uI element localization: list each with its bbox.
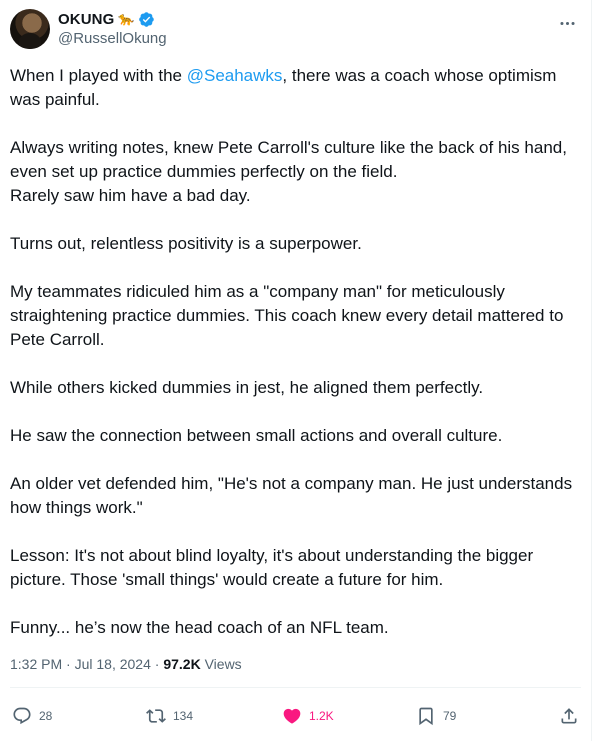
paragraph-10: Funny... he’s now the head coach of an N… xyxy=(10,618,389,637)
leopard-emoji: 🐆 xyxy=(118,11,135,26)
repost-icon xyxy=(146,709,166,723)
bookmark-button[interactable]: 79 xyxy=(416,700,456,732)
tweet-header: OKUNG 🐆 @RussellOkung xyxy=(10,9,581,49)
reply-count: 28 xyxy=(39,709,53,723)
tweet-text: When I played with the @Seahawks, there … xyxy=(10,64,580,640)
views-count: 97.2K xyxy=(163,656,201,672)
paragraph-8: An older vet defended him, "He's not a c… xyxy=(10,474,573,517)
bookmark-count: 79 xyxy=(443,709,457,723)
like-count: 1.2K xyxy=(309,709,334,723)
intro-text-pre: When I played with the xyxy=(10,66,187,85)
paragraph-2: Always writing notes, knew Pete Carroll'… xyxy=(10,138,567,181)
paragraph-9: Lesson: It's not about blind loyalty, it… xyxy=(10,546,534,589)
author-names: OKUNG 🐆 @RussellOkung xyxy=(58,9,167,49)
timestamp-time[interactable]: 1:32 PM xyxy=(10,656,62,672)
meta-separator: · xyxy=(62,656,75,672)
paragraph-4: Turns out, relentless positivity is a su… xyxy=(10,234,362,253)
tweet-meta: 1:32 PM · Jul 18, 2024 · 97.2K Views xyxy=(10,654,242,674)
more-icon xyxy=(559,21,575,25)
reply-button[interactable]: 28 xyxy=(12,700,52,732)
display-name[interactable]: OKUNG xyxy=(58,11,114,28)
views-label: Views xyxy=(200,656,242,672)
like-icon xyxy=(283,708,301,724)
reply-icon xyxy=(13,707,31,725)
action-bar: 28 134 1.2K 79 xyxy=(10,700,581,732)
divider xyxy=(10,687,581,688)
share-button[interactable] xyxy=(559,700,579,732)
repost-button[interactable]: 134 xyxy=(146,700,193,732)
more-button[interactable] xyxy=(555,11,579,35)
mention-link[interactable]: @Seahawks xyxy=(187,66,283,85)
timestamp-date[interactable]: Jul 18, 2024 xyxy=(75,656,151,672)
paragraph-6: While others kicked dummies in jest, he … xyxy=(10,378,484,397)
paragraph-5: My teammates ridiculed him as a "company… xyxy=(10,282,564,349)
meta-separator: · xyxy=(150,656,164,672)
paragraph-3: Rarely saw him have a bad day. xyxy=(10,186,251,205)
bookmark-icon xyxy=(419,707,433,726)
like-button[interactable]: 1.2K xyxy=(282,700,334,732)
share-icon xyxy=(561,708,577,724)
verified-badge-icon xyxy=(138,11,154,27)
paragraph-intro: When I played with the @Seahawks, there … xyxy=(10,64,580,112)
handle[interactable]: @RussellOkung xyxy=(58,29,167,49)
tweet-card: OKUNG 🐆 @RussellOkung When I played with… xyxy=(0,0,592,741)
name-row: OKUNG 🐆 xyxy=(58,9,167,29)
repost-count: 134 xyxy=(173,709,194,723)
paragraph-7: He saw the connection between small acti… xyxy=(10,426,503,445)
avatar[interactable] xyxy=(10,9,50,49)
